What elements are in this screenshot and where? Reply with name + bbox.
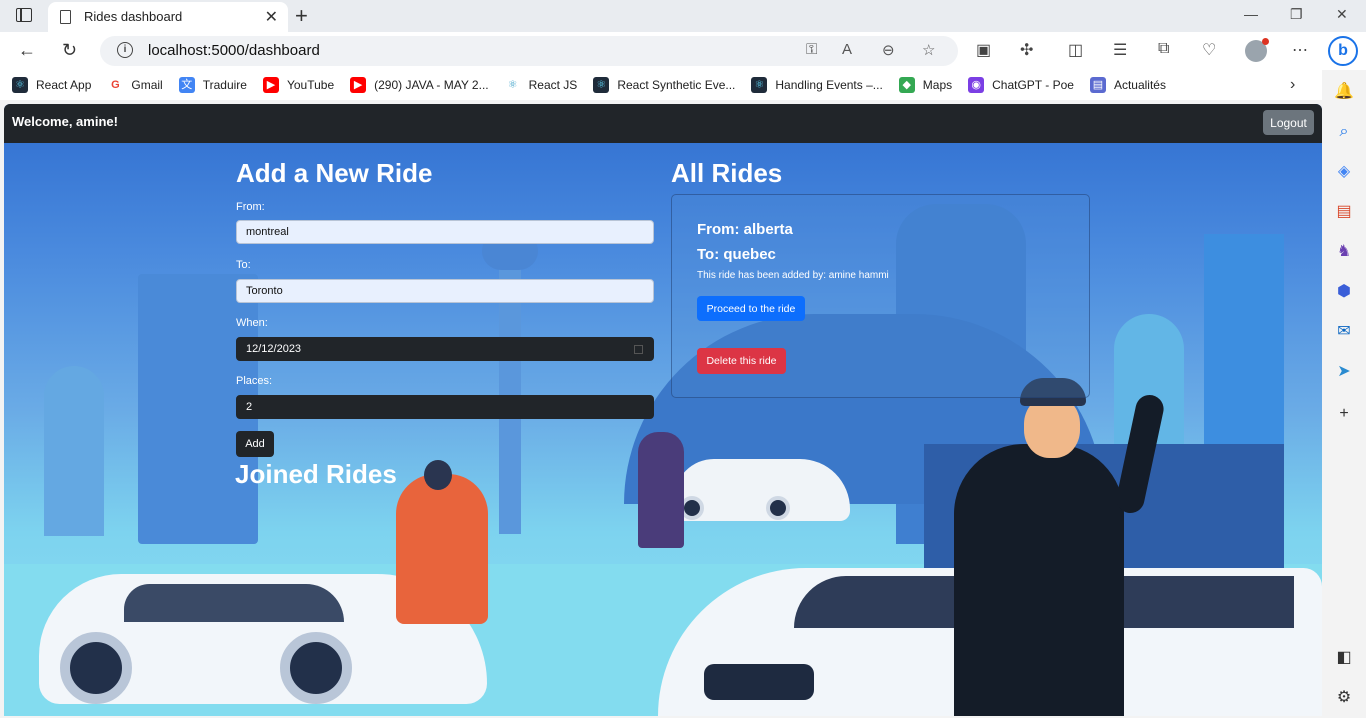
wheel-shape bbox=[60, 632, 132, 704]
puzzle-icon[interactable]: ✣ bbox=[1020, 40, 1033, 60]
office-icon[interactable]: ⬢ bbox=[1334, 282, 1354, 302]
car-window-shape bbox=[124, 584, 344, 622]
person-illustration bbox=[954, 444, 1124, 716]
person-illustration bbox=[396, 474, 488, 624]
minimize-icon[interactable]: — bbox=[1244, 6, 1258, 22]
chevron-right-icon[interactable]: › bbox=[1290, 76, 1295, 94]
profile-avatar[interactable] bbox=[1245, 38, 1269, 62]
favorites-icon[interactable]: ☰ bbox=[1113, 40, 1127, 60]
tab-rides-dashboard[interactable]: Rides dashboard ✕ bbox=[48, 2, 288, 32]
when-date-input[interactable]: 12/12/2023 bbox=[236, 337, 654, 361]
info-icon[interactable]: i bbox=[117, 42, 133, 58]
to-input[interactable]: Toronto bbox=[236, 279, 654, 303]
close-window-icon[interactable]: ✕ bbox=[1336, 6, 1348, 23]
react-icon: ⚛ bbox=[12, 77, 28, 93]
person-head-shape bbox=[424, 460, 452, 490]
search-icon[interactable]: ⌕ bbox=[1334, 122, 1354, 142]
copilot-icon[interactable]: b bbox=[1328, 36, 1358, 66]
poe-icon: ◉ bbox=[968, 77, 985, 93]
react-icon: ⚛ bbox=[593, 77, 610, 93]
proceed-ride-button[interactable]: Proceed to the ride bbox=[697, 296, 805, 321]
outlook-icon[interactable]: ✉ bbox=[1334, 322, 1354, 342]
app-header: Welcome, amine! Logout bbox=[4, 104, 1322, 143]
navigation-bar: ← ↻ i localhost:5000/dashboard ⚿ A ⊖ ☆ ▣… bbox=[0, 32, 1366, 70]
edge-sidebar: 🔔 ⌕ ◈ ▤ ♞ ⬢ ✉ ➤ + ◧ ⚙ bbox=[1322, 70, 1366, 718]
restore-icon[interactable]: ❐ bbox=[1290, 6, 1303, 23]
ride-added-by: This ride has been added by: amine hammi bbox=[697, 270, 889, 281]
collections-icon[interactable]: ⧉ bbox=[1158, 40, 1169, 58]
bookmarks-bar: ⚛ React App G Gmail 文 Traduire ▶ YouTube ▶ (2… bbox=[0, 70, 1322, 100]
all-rides-title: All Rides bbox=[671, 158, 783, 188]
new-tab-icon[interactable]: + bbox=[295, 3, 308, 29]
joined-rides-title: Joined Rides bbox=[235, 459, 397, 489]
bell-icon[interactable]: 🔔 bbox=[1334, 82, 1354, 102]
zoom-icon[interactable]: ⊖ bbox=[882, 41, 895, 59]
chess-icon[interactable]: ♞ bbox=[1334, 242, 1354, 262]
bookmark-item[interactable]: ▶ (290) JAVA - MAY 2... bbox=[350, 77, 489, 93]
react-icon: ⚛ bbox=[504, 77, 521, 93]
bookmark-item[interactable]: ▶ YouTube bbox=[262, 77, 334, 93]
from-input[interactable]: montreal bbox=[236, 220, 654, 244]
tab-actions-icon[interactable] bbox=[16, 8, 32, 22]
ride-from: From: alberta bbox=[697, 221, 793, 238]
ride-to: To: quebec bbox=[697, 246, 776, 263]
person-illustration bbox=[638, 432, 684, 548]
places-input[interactable]: 2 bbox=[236, 395, 654, 419]
add-ride-title: Add a New Ride bbox=[236, 158, 433, 188]
read-aloud-icon[interactable]: A bbox=[842, 41, 852, 58]
delete-ride-button[interactable]: Delete this ride bbox=[697, 348, 786, 374]
add-icon[interactable]: + bbox=[1334, 404, 1354, 424]
tab-bar: Rides dashboard ✕ + — ❐ ✕ bbox=[0, 0, 1366, 32]
bookmark-item[interactable]: ⚛ React App bbox=[12, 77, 91, 93]
logout-button[interactable]: Logout bbox=[1263, 110, 1314, 135]
key-icon[interactable]: ⚿ bbox=[806, 41, 817, 58]
favorite-star-icon[interactable]: ☆ bbox=[922, 41, 935, 59]
bookmark-item[interactable]: ▤ Actualités bbox=[1089, 77, 1166, 93]
to-label: To: bbox=[236, 259, 251, 271]
places-label: Places: bbox=[236, 375, 273, 387]
bookmark-item[interactable]: ⚛ React JS bbox=[504, 77, 577, 93]
tab-title: Rides dashboard bbox=[84, 9, 183, 24]
when-label: When: bbox=[236, 317, 268, 329]
when-value: 12/12/2023 bbox=[246, 343, 302, 355]
sidebar-toggle-icon[interactable]: ◧ bbox=[1334, 648, 1354, 668]
more-icon[interactable]: ⋯ bbox=[1292, 40, 1308, 60]
send-icon[interactable]: ➤ bbox=[1334, 362, 1354, 382]
tag-icon[interactable]: ◈ bbox=[1334, 162, 1354, 182]
news-icon: ▤ bbox=[1089, 77, 1106, 93]
bookmark-item[interactable]: ⚛ Handling Events –... bbox=[751, 77, 883, 93]
web-page: Welcome, amine! Logout Add a New Ride Fr… bbox=[4, 104, 1322, 716]
address-bar[interactable]: i localhost:5000/dashboard ⚿ A ⊖ ☆ bbox=[100, 36, 958, 66]
welcome-text: Welcome, amine! bbox=[12, 114, 118, 129]
bookmark-item[interactable]: 文 Traduire bbox=[178, 77, 247, 93]
bookmark-item[interactable]: ⚛ React Synthetic Eve... bbox=[593, 77, 735, 93]
bookmark-item[interactable]: ◆ Maps bbox=[898, 77, 952, 93]
toolbox-icon[interactable]: ▤ bbox=[1334, 202, 1354, 222]
add-button[interactable]: Add bbox=[236, 431, 274, 457]
close-tab-icon[interactable]: ✕ bbox=[265, 7, 278, 27]
translate-icon: 文 bbox=[178, 77, 195, 93]
health-icon[interactable]: ♡ bbox=[1202, 40, 1216, 60]
bookmark-item[interactable]: G Gmail bbox=[107, 77, 163, 93]
wheel-shape bbox=[766, 496, 790, 520]
grille-shape bbox=[704, 664, 814, 700]
building-shape bbox=[44, 366, 104, 536]
refresh-icon[interactable]: ↻ bbox=[62, 40, 77, 61]
back-icon[interactable]: ← bbox=[18, 40, 36, 61]
extension-icon[interactable]: ▣ bbox=[976, 40, 991, 60]
ride-card: From: alberta To: quebec This ride has b… bbox=[671, 194, 1090, 398]
page-icon bbox=[60, 10, 71, 24]
calendar-icon[interactable] bbox=[634, 345, 643, 354]
react-icon: ⚛ bbox=[751, 77, 768, 93]
split-screen-icon[interactable]: ◫ bbox=[1068, 40, 1083, 60]
youtube-icon: ▶ bbox=[350, 77, 367, 93]
youtube-icon: ▶ bbox=[262, 77, 279, 93]
maps-icon: ◆ bbox=[898, 77, 915, 93]
settings-gear-icon[interactable]: ⚙ bbox=[1334, 688, 1354, 708]
wheel-shape bbox=[280, 632, 352, 704]
from-label: From: bbox=[236, 201, 265, 213]
google-icon: G bbox=[107, 77, 124, 93]
url-text: localhost:5000/dashboard bbox=[148, 42, 320, 59]
bookmark-item[interactable]: ◉ ChatGPT - Poe bbox=[968, 77, 1074, 93]
